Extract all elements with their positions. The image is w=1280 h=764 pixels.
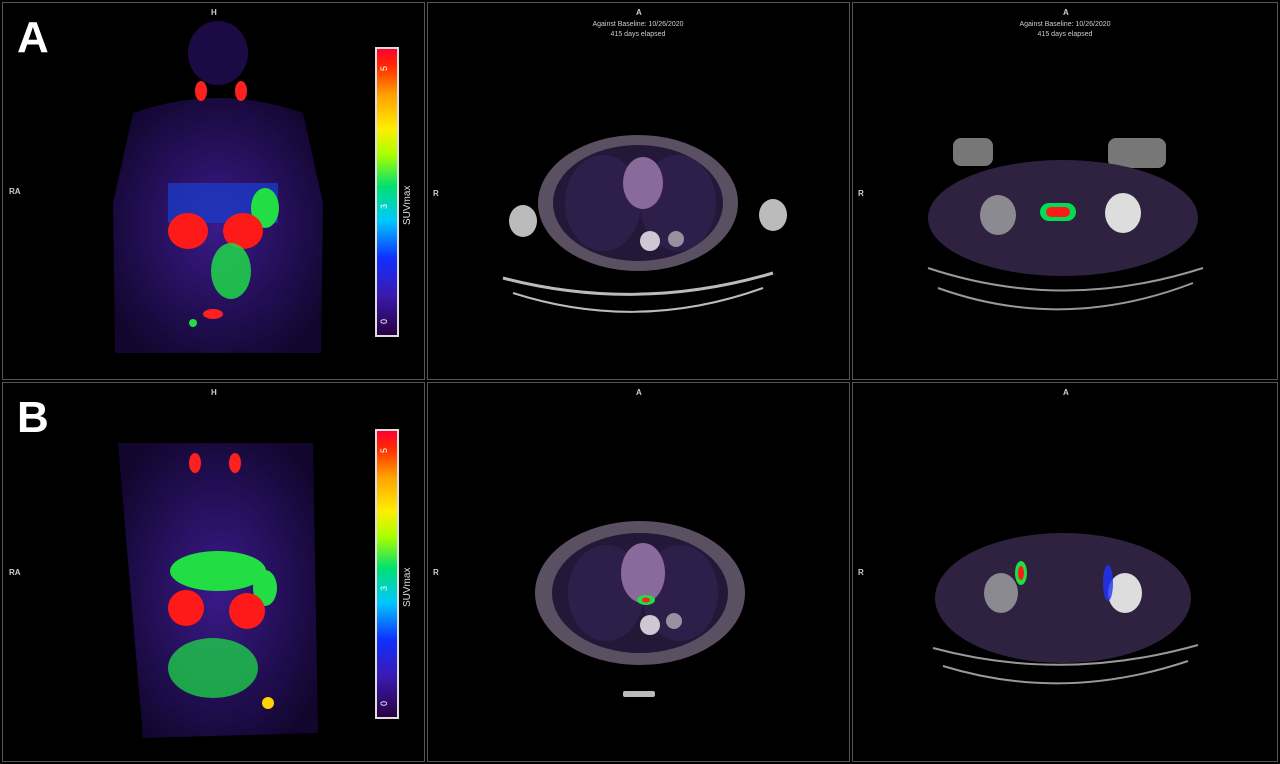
pelvis-side-label: R bbox=[858, 568, 864, 577]
thorax-side-label: R bbox=[433, 189, 439, 198]
row-letter: B bbox=[17, 393, 49, 442]
pelvis-ct-image-b bbox=[932, 533, 1199, 685]
scale-tick-min: 0 bbox=[379, 318, 389, 324]
scale-tick-min: 0 bbox=[379, 700, 389, 706]
pelvis-annotation-line2: 415 days elapsed bbox=[1037, 31, 1093, 38]
mip-top-label: H bbox=[211, 8, 217, 17]
scale-tick-max: 5 bbox=[379, 447, 389, 453]
mip-panel-b: H RA B 5 3 0 SUVmax bbox=[2, 382, 425, 762]
pelvis-side-label: R bbox=[858, 189, 864, 198]
thorax-annotation-line1: Against Baseline: 10/26/2020 bbox=[592, 21, 684, 28]
scale-title: SUVmax bbox=[402, 185, 413, 225]
pelvis-annotation-line1: Against Baseline: 10/26/2020 bbox=[1019, 21, 1111, 28]
suv-color-scale: 5 3 0 bbox=[375, 429, 399, 719]
thorax-ct-image-a bbox=[502, 135, 787, 313]
pelvis-ct-image-a bbox=[927, 138, 1204, 311]
mip-side-label: RA bbox=[9, 568, 21, 577]
suv-color-scale: 5 3 0 bbox=[375, 47, 399, 337]
row-letter: A bbox=[17, 13, 49, 62]
scale-tick-max: 5 bbox=[379, 65, 389, 71]
thorax-panel-a: A Against Baseline: 10/26/2020 415 days … bbox=[427, 2, 850, 380]
pelvis-panel-b: A R bbox=[852, 382, 1278, 762]
thorax-ct-image-b bbox=[535, 521, 745, 697]
pelvis-panel-a: A Against Baseline: 10/26/2020 415 days … bbox=[852, 2, 1278, 380]
mip-image-a bbox=[113, 21, 323, 353]
thorax-annotation-line2: 415 days elapsed bbox=[610, 31, 666, 38]
thorax-side-label: R bbox=[433, 568, 439, 577]
mip-top-label: H bbox=[211, 388, 217, 397]
thorax-top-label: A bbox=[636, 388, 642, 397]
thorax-panel-b: A R bbox=[427, 382, 850, 762]
mip-image-b bbox=[118, 443, 318, 738]
scale-title: SUVmax bbox=[402, 567, 413, 607]
pelvis-top-label: A bbox=[1063, 388, 1069, 397]
mip-side-label: RA bbox=[9, 187, 21, 196]
thorax-top-label: A bbox=[636, 8, 642, 17]
mip-panel-a: H RA A 5 3 0 SUVmax bbox=[2, 2, 425, 380]
scale-tick-mid: 3 bbox=[379, 585, 389, 591]
pelvis-top-label: A bbox=[1063, 8, 1069, 17]
scale-tick-mid: 3 bbox=[379, 203, 389, 209]
